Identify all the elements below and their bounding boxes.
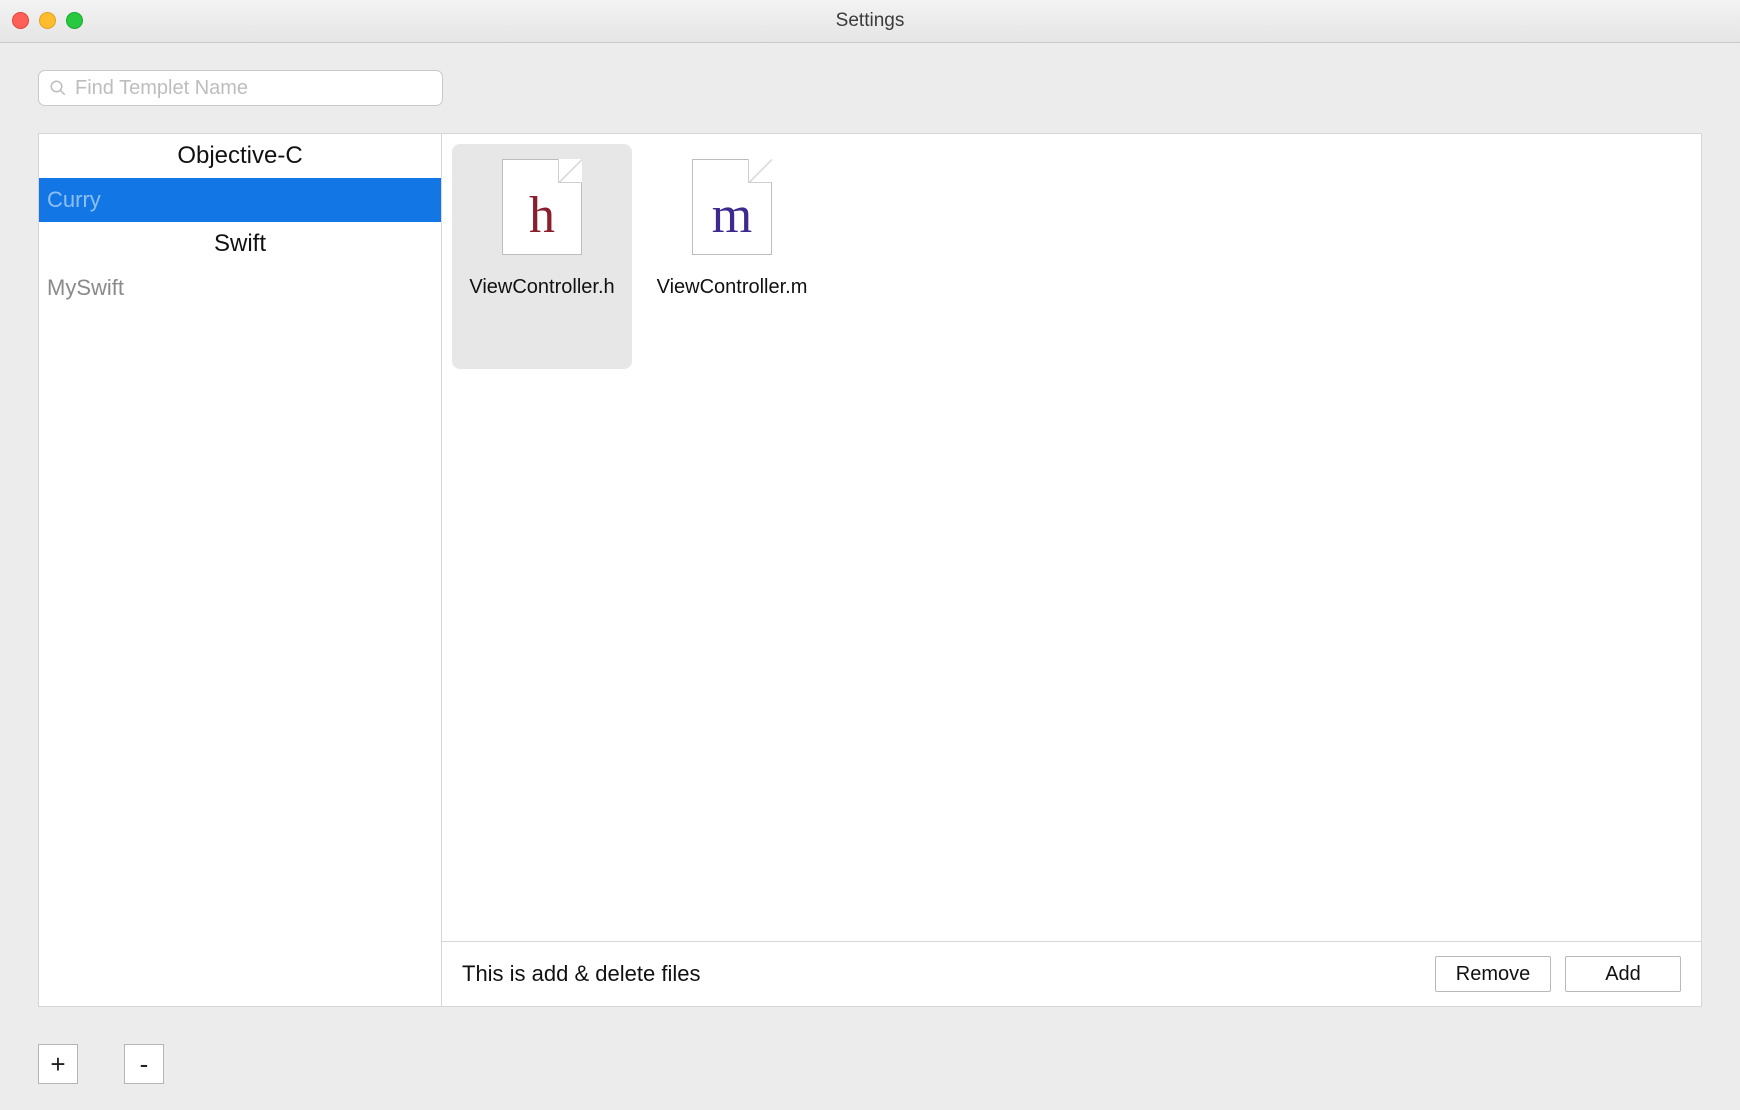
- bottom-hint: This is add & delete files: [462, 961, 1421, 987]
- footer-controls: + -: [38, 1044, 164, 1084]
- sidebar-section-objc: Objective-C: [39, 134, 441, 178]
- search-icon: [49, 79, 67, 97]
- main-panel: h ViewController.h m ViewController.m Th…: [442, 133, 1702, 1007]
- sidebar-item-myswift[interactable]: MySwift: [39, 266, 441, 310]
- settings-window: Settings Objective-C Curry Swift MySwift…: [0, 0, 1740, 1110]
- search-field-wrap[interactable]: [38, 70, 443, 106]
- minus-button[interactable]: -: [124, 1044, 164, 1084]
- file-tile-viewcontroller-m[interactable]: m ViewController.m: [642, 144, 822, 369]
- toolbar: [0, 43, 1740, 106]
- bottom-bar: This is add & delete files Remove Add: [442, 941, 1701, 1006]
- template-sidebar: Objective-C Curry Swift MySwift: [38, 133, 442, 1007]
- file-name-label: ViewController.h: [462, 275, 622, 299]
- content-row: Objective-C Curry Swift MySwift h ViewCo…: [0, 106, 1740, 1007]
- file-tile-viewcontroller-h[interactable]: h ViewController.h: [452, 144, 632, 369]
- sidebar-item-curry[interactable]: Curry: [39, 178, 441, 222]
- file-grid: h ViewController.h m ViewController.m: [442, 134, 1701, 941]
- file-h-icon: h: [502, 159, 582, 255]
- add-button[interactable]: Add: [1565, 956, 1681, 992]
- titlebar: Settings: [0, 0, 1740, 43]
- file-name-label: ViewController.m: [652, 275, 812, 299]
- window-title: Settings: [0, 10, 1740, 32]
- remove-button[interactable]: Remove: [1435, 956, 1551, 992]
- plus-button[interactable]: +: [38, 1044, 78, 1084]
- sidebar-section-swift: Swift: [39, 222, 441, 266]
- file-m-icon: m: [692, 159, 772, 255]
- search-input[interactable]: [75, 77, 432, 100]
